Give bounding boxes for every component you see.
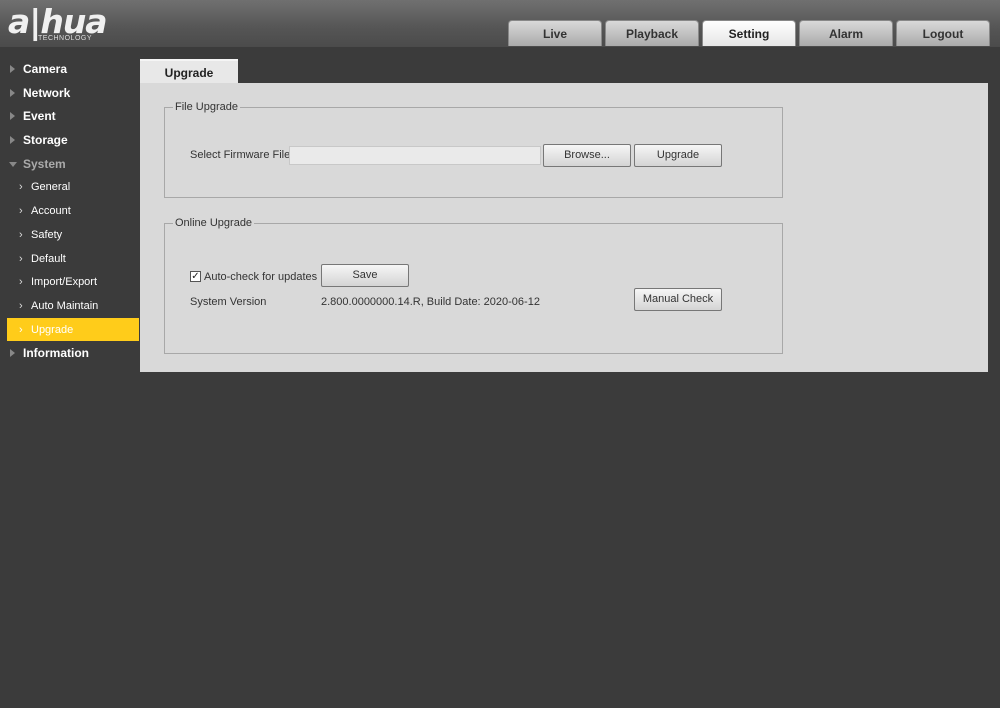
chevron-right-icon: › [19, 205, 23, 218]
sidebar-subitem-default[interactable]: › Default [0, 247, 140, 271]
sidebar-item-system[interactable]: System [0, 152, 140, 176]
brand-sub: TECHNOLOGY [38, 35, 93, 42]
sidebar-subitem-label: General [31, 181, 71, 194]
content-panel: File Upgrade Select Firmware File Browse… [140, 83, 988, 372]
sidebar-subitem-label: Import/Export [31, 276, 98, 289]
chevron-right-icon: › [19, 252, 23, 265]
chevron-right-icon: › [19, 299, 23, 312]
caret-right-icon [10, 88, 15, 97]
nav-tab-live[interactable]: Live [508, 20, 602, 46]
system-version-value: 2.800.0000000.14.R, Build Date: 2020-06-… [321, 296, 540, 308]
browse-button[interactable]: Browse... [543, 144, 631, 167]
sidebar-item-event[interactable]: Event [0, 104, 140, 128]
sidebar-subitem-label: Auto Maintain [31, 299, 99, 312]
file-upgrade-group: File Upgrade Select Firmware File Browse… [164, 101, 783, 198]
sidebar-item-label: System [23, 156, 66, 171]
chevron-right-icon: › [19, 228, 23, 241]
header-bar: a|hua TECHNOLOGY Live Playback Setting A… [0, 0, 1000, 47]
sidebar-subitem-general[interactable]: › General [0, 175, 140, 199]
sidebar-item-label: Information [23, 346, 89, 361]
nav-tab-playback[interactable]: Playback [605, 20, 699, 46]
sidebar-subitem-safety[interactable]: › Safety [0, 223, 140, 247]
firmware-file-label: Select Firmware File [190, 149, 291, 161]
top-nav: Live Playback Setting Alarm Logout [508, 20, 992, 47]
caret-right-icon [10, 65, 15, 73]
caret-right-icon [10, 349, 15, 358]
chevron-right-icon: › [19, 323, 23, 336]
brand-logo: a|hua TECHNOLOGY [8, 2, 128, 44]
nav-tab-alarm[interactable]: Alarm [799, 20, 893, 46]
chevron-right-icon: › [19, 181, 23, 194]
firmware-file-input[interactable] [289, 146, 541, 165]
caret-right-icon [10, 112, 15, 121]
sidebar-item-label: Camera [23, 62, 68, 76]
sidebar-item-network[interactable]: Network [0, 81, 140, 105]
sidebar-item-label: Event [23, 109, 56, 124]
sidebar-subitem-label: Safety [31, 228, 63, 241]
online-upgrade-group: Online Upgrade ✓ Auto-check for updates … [164, 217, 783, 354]
sidebar-subitem-auto-maintain[interactable]: › Auto Maintain [0, 294, 140, 318]
caret-right-icon [10, 136, 15, 145]
nav-tab-logout[interactable]: Logout [896, 20, 990, 46]
sidebar-subitem-label: Upgrade [31, 323, 74, 336]
sidebar-menu: Camera Network Event Storage System › Ge… [0, 57, 140, 365]
sidebar-subitem-upgrade[interactable]: › Upgrade [7, 317, 139, 342]
sidebar-item-storage[interactable]: Storage [0, 128, 140, 152]
tab-upgrade[interactable]: Upgrade [140, 59, 238, 85]
upgrade-button[interactable]: Upgrade [634, 144, 722, 167]
nav-tab-setting[interactable]: Setting [702, 20, 796, 46]
sidebar-item-camera[interactable]: Camera [0, 57, 140, 81]
sidebar-subitem-label: Default [31, 252, 66, 265]
manual-check-button[interactable]: Manual Check [634, 288, 722, 311]
chevron-right-icon: › [19, 276, 23, 289]
sidebar-item-information[interactable]: Information [0, 341, 140, 365]
online-upgrade-legend: Online Upgrade [175, 217, 253, 229]
system-version-label: System Version [190, 296, 267, 308]
file-upgrade-legend: File Upgrade [175, 101, 238, 113]
sidebar-item-label: Network [23, 85, 71, 100]
sidebar-subitem-label: Account [31, 205, 71, 218]
sidebar-subitem-account[interactable]: › Account [0, 199, 140, 223]
auto-check-checkbox[interactable]: ✓ [190, 271, 201, 282]
sidebar-subitem-import-export[interactable]: › Import/Export [0, 270, 140, 294]
save-button[interactable]: Save [321, 264, 409, 287]
sidebar-item-label: Storage [23, 133, 68, 148]
caret-down-icon [9, 161, 17, 167]
auto-check-label: Auto-check for updates [204, 271, 318, 283]
